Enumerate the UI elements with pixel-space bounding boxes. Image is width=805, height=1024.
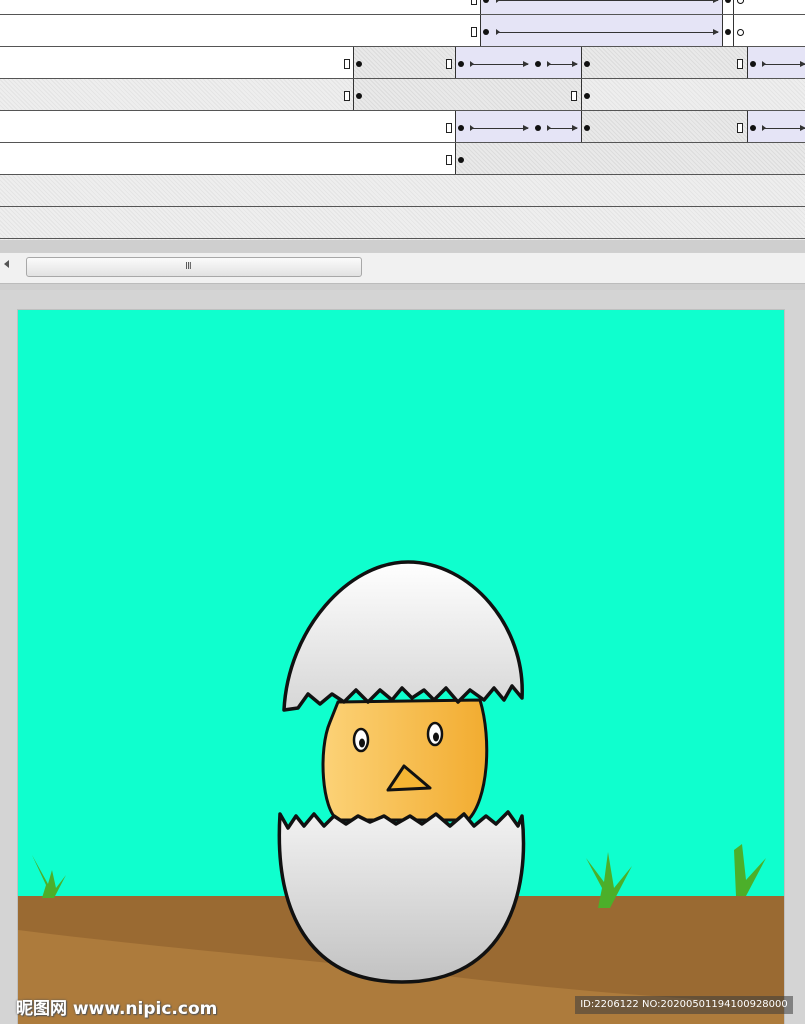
empty-keyframe-icon[interactable] [471, 0, 477, 5]
keyframe-icon[interactable] [750, 61, 756, 67]
scroll-left-arrow-icon[interactable] [4, 260, 9, 268]
keyframe-icon[interactable] [483, 29, 489, 35]
timeline-layer-row[interactable] [0, 175, 805, 207]
keyframe-icon[interactable] [356, 93, 362, 99]
empty-keyframe-icon[interactable] [737, 123, 743, 133]
empty-keyframe-icon[interactable] [737, 59, 743, 69]
empty-keyframe-icon[interactable] [471, 27, 477, 37]
tween-span[interactable] [480, 0, 722, 14]
stage-canvas[interactable] [18, 310, 784, 1024]
keyframe-icon[interactable] [458, 125, 464, 131]
tween-arrow-icon [496, 29, 719, 35]
timeline-layer-row[interactable] [0, 15, 805, 47]
timeline-layer-row[interactable] [0, 111, 805, 143]
tween-arrow-icon [762, 125, 805, 131]
keyframe-icon[interactable] [458, 157, 464, 163]
keyframe-icon[interactable] [356, 61, 362, 67]
timeline-layer-row[interactable] [0, 143, 805, 175]
static-span[interactable] [581, 47, 747, 78]
keyframe-icon[interactable] [584, 61, 590, 67]
timeline-panel [0, 0, 805, 240]
hollow-keyframe-icon[interactable] [737, 0, 744, 4]
tween-span[interactable] [480, 15, 722, 46]
tween-arrow-icon [547, 61, 578, 67]
site-watermark: 昵图网 www.nipic.com [16, 999, 218, 1019]
empty-keyframe-icon[interactable] [344, 59, 350, 69]
timeline-layer-row[interactable] [0, 47, 805, 79]
keyframe-icon[interactable] [535, 125, 541, 131]
empty-keyframe-icon[interactable] [571, 91, 577, 101]
tween-arrow-icon [762, 61, 805, 67]
keyframe-icon[interactable] [725, 0, 731, 3]
keyframe-icon[interactable] [725, 29, 731, 35]
keyframe-icon[interactable] [458, 61, 464, 67]
static-span[interactable] [455, 143, 805, 174]
tween-arrow-icon [547, 125, 578, 131]
timeline-layer-row[interactable] [0, 79, 805, 111]
empty-keyframe-icon[interactable] [344, 91, 350, 101]
static-span[interactable] [353, 47, 455, 78]
stage-area [0, 290, 805, 1024]
empty-keyframe-icon[interactable] [446, 155, 452, 165]
static-span[interactable] [581, 111, 747, 142]
tween-arrow-icon [496, 0, 719, 3]
keyframe-icon[interactable] [584, 125, 590, 131]
image-id-watermark: ID:2206122 NO:20200501194100928000 [575, 996, 793, 1014]
tween-arrow-icon [470, 61, 529, 67]
static-span[interactable] [353, 79, 581, 110]
keyframe-icon[interactable] [584, 93, 590, 99]
scroll-thumb[interactable]: III [26, 257, 362, 277]
timeline-layer-row[interactable] [0, 0, 805, 15]
empty-keyframe-icon[interactable] [446, 123, 452, 133]
tween-arrow-icon [470, 125, 529, 131]
keyframe-icon[interactable] [535, 61, 541, 67]
hollow-keyframe-icon[interactable] [737, 29, 744, 36]
chick [321, 698, 489, 822]
timeline-layer-row[interactable] [0, 207, 805, 239]
timeline-horizontal-scrollbar[interactable]: III [0, 252, 805, 284]
empty-keyframe-icon[interactable] [446, 59, 452, 69]
scroll-grip: III [185, 261, 192, 272]
keyframe-icon[interactable] [750, 125, 756, 131]
